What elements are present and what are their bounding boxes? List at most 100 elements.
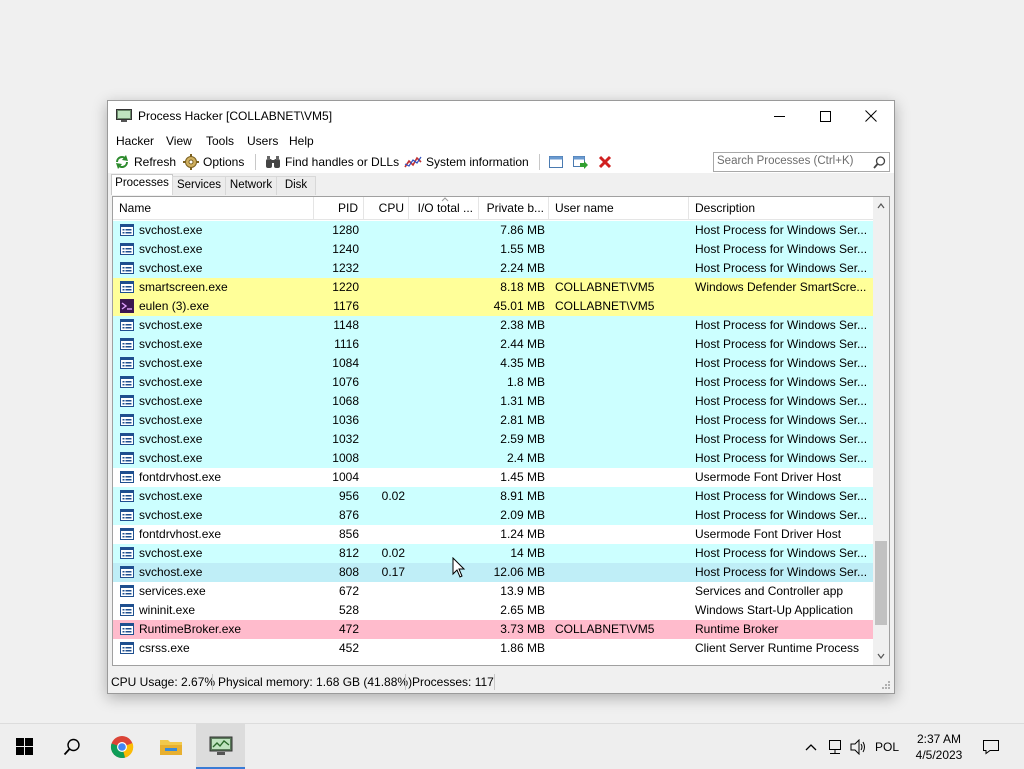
tab-network[interactable]: Network: [225, 176, 277, 195]
show-hidden-icons-button[interactable]: [801, 724, 821, 769]
network-tray-button[interactable]: [824, 724, 846, 769]
menu-view[interactable]: View: [166, 134, 192, 148]
table-row[interactable]: svchost.exe 1232 2.24 MB Host Process for W…: [113, 259, 873, 278]
table-row[interactable]: fontdrvhost.exe 1004 1.45 MB Usermode Font …: [113, 468, 873, 487]
maximize-button[interactable]: [802, 101, 848, 131]
close-window-button[interactable]: [848, 101, 894, 131]
menu-tools[interactable]: Tools: [206, 134, 234, 148]
table-row[interactable]: svchost.exe 876 2.09 MB Host Process for Wi…: [113, 506, 873, 525]
cell-pid: 672: [338, 584, 359, 598]
menu-users[interactable]: Users: [247, 134, 278, 148]
system-clock[interactable]: 2:37 AM 4/5/2023: [906, 724, 972, 769]
show-window-button[interactable]: [548, 154, 568, 170]
scrollbar-thumb[interactable]: [875, 541, 887, 625]
cell-io: [409, 259, 474, 278]
cell-name: svchost.exe: [139, 432, 203, 446]
cell-cpu: [364, 297, 405, 316]
column-header-private-bytes[interactable]: Private b...: [479, 197, 549, 219]
start-button[interactable]: [0, 724, 48, 769]
cell-user: [555, 487, 689, 506]
menu-hacker[interactable]: Hacker: [116, 134, 154, 148]
cell-cpu: 0.17: [381, 565, 405, 579]
terminate-button[interactable]: [597, 154, 617, 170]
cell-name: RuntimeBroker.exe: [139, 622, 242, 636]
table-row[interactable]: svchost.exe 1148 2.38 MB Host Process for W…: [113, 316, 873, 335]
table-row[interactable]: svchost.exe 1008 2.4 MB Host Process for Wi…: [113, 449, 873, 468]
table-row[interactable]: smartscreen.exe 1220 8.18 MB COLLABNET\VM5 W…: [113, 278, 873, 297]
cell-name: svchost.exe: [139, 242, 203, 256]
refresh-button[interactable]: Refresh: [114, 154, 176, 170]
table-row[interactable]: svchost.exe 1076 1.8 MB Host Process for Wi…: [113, 373, 873, 392]
vertical-scrollbar[interactable]: [873, 197, 889, 665]
column-header-user-name[interactable]: User name: [549, 197, 689, 219]
volume-tray-button[interactable]: [847, 724, 869, 769]
taskbar-process-hacker[interactable]: [196, 724, 245, 769]
cell-pid: 1232: [332, 261, 359, 275]
taskbar-search-button[interactable]: [48, 724, 96, 769]
cell-desc: Runtime Broker: [695, 622, 779, 636]
options-button[interactable]: Options: [183, 154, 244, 170]
table-row[interactable]: svchost.exe 1116 2.44 MB Host Process for W…: [113, 335, 873, 354]
table-row[interactable]: svchost.exe 1280 7.86 MB Host Process for W…: [113, 221, 873, 240]
taskbar-chrome[interactable]: [98, 724, 146, 769]
search-icon: [63, 738, 80, 755]
table-row[interactable]: csrss.exe 452 1.86 MB Client Server Runtime…: [113, 639, 873, 658]
column-header-cpu[interactable]: CPU: [364, 197, 409, 219]
menu-help[interactable]: Help: [289, 134, 314, 148]
system-information-button[interactable]: System information: [404, 154, 529, 170]
table-row[interactable]: svchost.exe 1240 1.55 MB Host Process for W…: [113, 240, 873, 259]
go-to-window-button[interactable]: [572, 154, 592, 170]
table-row[interactable]: svchost.exe 1036 2.81 MB Host Process for W…: [113, 411, 873, 430]
cell-user: [555, 430, 689, 449]
search-processes-input[interactable]: Search Processes (Ctrl+K): [713, 152, 890, 172]
process-icon: [120, 490, 134, 502]
table-row[interactable]: wininit.exe 528 2.65 MB Windows Start-Up Ap…: [113, 601, 873, 620]
table-row[interactable]: svchost.exe 812 0.02 14 MB Host Process for …: [113, 544, 873, 563]
table-row[interactable]: eulen (3).exe 1176 45.01 MB COLLABNET\VM5: [113, 297, 873, 316]
table-row[interactable]: RuntimeBroker.exe 472 3.73 MB COLLABNET\VM5…: [113, 620, 873, 639]
tab-services[interactable]: Services: [172, 176, 226, 195]
notification-center-button[interactable]: [976, 724, 1006, 769]
cell-cpu: [364, 620, 405, 639]
cell-cpu: [364, 354, 405, 373]
process-list: Name PID CPU I/O total ... Private b... …: [112, 196, 890, 666]
process-icon: [120, 623, 134, 635]
cell-name: svchost.exe: [139, 337, 203, 351]
minimize-button[interactable]: [756, 101, 802, 131]
status-bar: CPU Usage: 2.67% Physical memory: 1.68 G…: [108, 672, 894, 692]
scroll-down-arrow-icon[interactable]: [877, 653, 885, 659]
table-row[interactable]: svchost.exe 808 0.17 12.06 MB Host Process f…: [113, 563, 873, 582]
input-language-indicator[interactable]: POL: [872, 724, 902, 769]
scroll-up-arrow-icon[interactable]: [877, 203, 885, 209]
cell-pid: 808: [338, 565, 359, 579]
cell-private: 8.18 MB: [500, 280, 545, 294]
tab-disk[interactable]: Disk: [276, 176, 316, 195]
column-header-name[interactable]: Name: [113, 197, 314, 219]
column-header-description[interactable]: Description: [689, 197, 873, 219]
taskbar-file-explorer[interactable]: [147, 724, 195, 769]
cell-user: [555, 449, 689, 468]
cell-desc: Usermode Font Driver Host: [695, 527, 842, 541]
speaker-icon: [850, 738, 865, 755]
windows-logo-icon: [15, 738, 33, 755]
toolbar-separator: [255, 154, 256, 170]
title-bar[interactable]: Process Hacker [COLLABNET\VM5]: [108, 101, 894, 131]
cell-pid: 1032: [332, 432, 359, 446]
search-icon[interactable]: [873, 156, 886, 169]
table-row[interactable]: svchost.exe 1068 1.31 MB Host Process for W…: [113, 392, 873, 411]
table-row[interactable]: [113, 658, 873, 665]
find-handles-button[interactable]: Find handles or DLLs: [265, 154, 399, 170]
cell-pid: 1280: [332, 223, 359, 237]
table-row[interactable]: fontdrvhost.exe 856 1.24 MB Usermode Font D…: [113, 525, 873, 544]
table-row[interactable]: svchost.exe 1032 2.59 MB Host Process for W…: [113, 430, 873, 449]
menu-bar: Hacker View Tools Users Help: [108, 131, 894, 151]
cell-cpu: [364, 411, 405, 430]
table-row[interactable]: svchost.exe 1084 4.35 MB Host Process for W…: [113, 354, 873, 373]
resize-grip-icon[interactable]: [881, 680, 891, 690]
cell-cpu: [364, 335, 405, 354]
table-row[interactable]: svchost.exe 956 0.02 8.91 MB Host Process fo…: [113, 487, 873, 506]
tab-processes[interactable]: Processes: [111, 174, 173, 195]
table-row[interactable]: services.exe 672 13.9 MB Services and Contr…: [113, 582, 873, 601]
cell-pid: 1084: [332, 356, 359, 370]
column-header-pid[interactable]: PID: [314, 197, 364, 219]
